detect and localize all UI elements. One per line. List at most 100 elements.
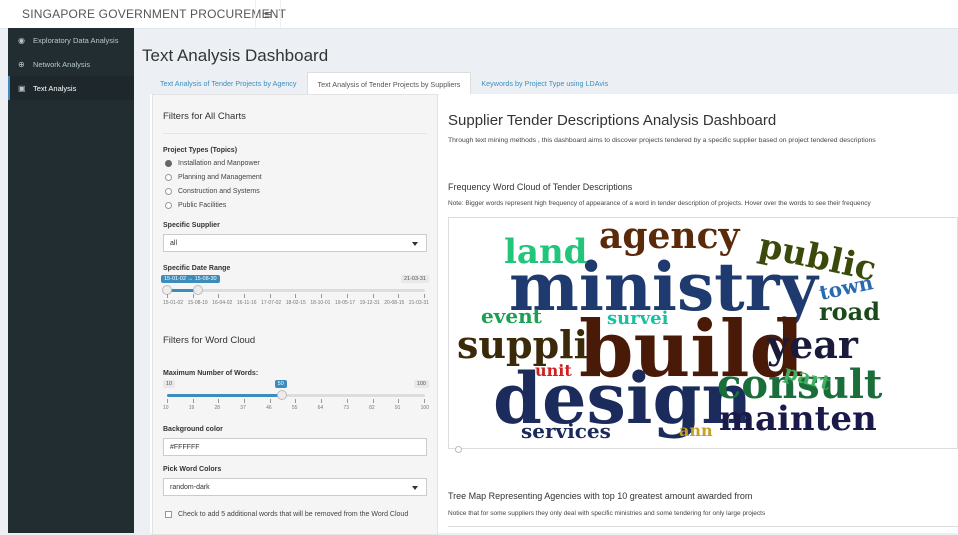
app-brand[interactable]: SINGAPORE GOVERNMENT PROCUREMENT — [22, 7, 286, 21]
slider-tick-label: 19-05-17 — [335, 300, 356, 306]
slider-tick-label: 18-02-15 — [285, 300, 306, 306]
max-words-slider[interactable]: 10 50 100 10 19 28 37 46 55 64 73 82 91 100 — [163, 380, 429, 411]
date-range-slider[interactable]: 15-01-02 → 15-08-30 21-03-31 15-01-02 15-… — [161, 275, 429, 306]
slider-tick — [218, 399, 220, 403]
radio-dot[interactable] — [165, 202, 172, 209]
tab-by-suppliers[interactable]: Text Analysis of Tender Projects by Supp… — [306, 72, 472, 95]
slider-tick-label: 64 — [317, 405, 324, 411]
extra-words-checkbox[interactable]: Check to add 5 additional words that wil… — [165, 511, 408, 518]
dashboard-description: Through text mining methods , this dashb… — [448, 137, 876, 144]
date-range-bubble: 15-01-02 → 15-08-30 — [161, 275, 220, 283]
word-cloud-canvas: ministrybuilddesignagency publiclandsuppl… — [457, 218, 883, 443]
radio-label: Public Facilities — [178, 202, 227, 209]
max-words-value: 50 — [274, 380, 287, 388]
slider-tick-label: 100 — [420, 405, 429, 411]
radio-label: Installation and Manpower — [178, 160, 260, 167]
word-cloud-word[interactable]: land — [504, 232, 587, 272]
word-cloud-word[interactable]: ann — [679, 421, 713, 440]
supplier-select[interactable]: all — [163, 234, 427, 252]
slider-tick-label: 91 — [394, 405, 401, 411]
date-range-max: 21-03-31 — [400, 275, 429, 283]
slider-tick-label: 55 — [291, 405, 298, 411]
word-colors-select[interactable]: random-dark — [163, 478, 427, 496]
slider-tick — [423, 294, 425, 298]
slider-tick-label: 20-08-15 — [384, 300, 405, 306]
tab-bar: Text Analysis of Tender Projects by Agen… — [150, 72, 618, 95]
project-types-label: Project Types (Topics) — [163, 147, 238, 154]
sidebar: ◉ Exploratory Data Analysis ⊕ Network An… — [8, 28, 134, 533]
radio-public-facilities[interactable]: Public Facilities — [165, 202, 226, 209]
slider-tick — [295, 294, 297, 298]
divider — [163, 133, 427, 134]
word-cloud-word[interactable]: services — [521, 419, 611, 443]
checkbox-box[interactable] — [165, 511, 172, 518]
date-range-label: Specific Date Range — [163, 265, 231, 272]
chevron-down-icon — [412, 486, 418, 490]
slider-tick-label: 15-01-02 — [163, 300, 184, 306]
cloud-note: Note: Bigger words represent high freque… — [448, 200, 871, 207]
slider-tick — [398, 294, 400, 298]
max-words-min: 10 — [163, 380, 176, 388]
sidebar-item-network[interactable]: ⊕ Network Analysis — [8, 52, 134, 76]
slider-tick — [192, 399, 194, 403]
radio-planning[interactable]: Planning and Management — [165, 174, 262, 181]
slider-tick-labels: 10 19 28 37 46 55 64 73 82 91 100 — [163, 405, 429, 411]
hamburger-menu-icon[interactable]: ≡ — [255, 0, 281, 28]
slider-fill — [167, 394, 282, 397]
slider-tick — [244, 294, 246, 298]
radio-dot[interactable] — [165, 188, 172, 195]
word-cloud-word[interactable]: year — [766, 322, 859, 367]
slider-tick — [372, 399, 374, 403]
slider-ticks — [167, 294, 425, 298]
bg-color-input[interactable]: #FFFFFF — [163, 438, 427, 456]
radio-installation[interactable]: Installation and Manpower — [165, 160, 260, 167]
tab-ldavis[interactable]: Keywords by Project Type using LDAvis — [471, 72, 618, 94]
bg-color-label: Background color — [163, 426, 223, 433]
slider-tick — [192, 294, 194, 298]
word-cloud-word[interactable]: survei — [607, 308, 669, 329]
sidebar-item-exploratory[interactable]: ◉ Exploratory Data Analysis — [8, 28, 134, 52]
word-cloud-word[interactable]: event — [481, 304, 543, 328]
cloud-title: Frequency Word Cloud of Tender Descripti… — [448, 182, 633, 192]
supplier-label: Specific Supplier — [163, 222, 220, 229]
slider-tick — [167, 294, 168, 298]
slider-tick-label: 21-03-31 — [408, 300, 429, 306]
slider-tick — [269, 294, 271, 298]
tree-title: Tree Map Representing Agencies with top … — [448, 491, 753, 501]
slider-tick — [218, 294, 220, 298]
image-icon: ▣ — [18, 83, 26, 93]
slider-tick-label: 37 — [240, 405, 246, 411]
word-cloud: ministry build design agency public land suppl… — [448, 217, 958, 453]
filters-all-title: Filters for All Charts — [163, 111, 246, 122]
radio-label: Construction and Systems — [178, 188, 260, 195]
supplier-value: all — [170, 239, 178, 247]
tab-by-agency[interactable]: Text Analysis of Tender Projects by Agen… — [150, 72, 307, 94]
slider-tick-label: 19-12-31 — [359, 300, 380, 306]
slider-tick — [295, 399, 297, 403]
sidebar-item-text-analysis[interactable]: ▣ Text Analysis — [8, 76, 134, 100]
slider-tick-label: 73 — [343, 405, 349, 411]
word-cloud-word[interactable]: agency — [599, 218, 740, 257]
tab-content: Filters for All Charts Project Types (To… — [150, 94, 958, 535]
slider-tick — [346, 399, 348, 403]
sidebar-item-label: Network Analysis — [33, 59, 91, 69]
cloud-resize-handle[interactable] — [455, 446, 462, 453]
dashboard-panel: Supplier Tender Descriptions Analysis Da… — [448, 94, 958, 533]
slider-tick-label: 28 — [214, 405, 221, 411]
slider-tick — [167, 399, 168, 403]
word-cloud-word[interactable]: mainten — [719, 399, 877, 439]
radio-dot[interactable] — [165, 160, 172, 167]
max-words-label: Maximum Number of Words: — [163, 370, 259, 377]
slider-tick-label: 17-07-02 — [261, 300, 282, 306]
page-title: Text Analysis Dashboard — [142, 46, 329, 65]
tree-note: Notice that for some suppliers they only… — [448, 510, 766, 517]
radio-construction[interactable]: Construction and Systems — [165, 188, 260, 195]
radio-dot[interactable] — [165, 174, 172, 181]
dashboard-icon: ◉ — [18, 35, 25, 45]
top-header: SINGAPORE GOVERNMENT PROCUREMENT ≡ — [0, 0, 958, 29]
slider-tick-label: 46 — [266, 405, 272, 411]
filter-panel: Filters for All Charts Project Types (To… — [152, 94, 438, 535]
checkbox-label: Check to add 5 additional words that wil… — [178, 511, 409, 518]
word-cloud-word[interactable]: unit — [535, 361, 572, 380]
slider-tick — [321, 294, 323, 298]
